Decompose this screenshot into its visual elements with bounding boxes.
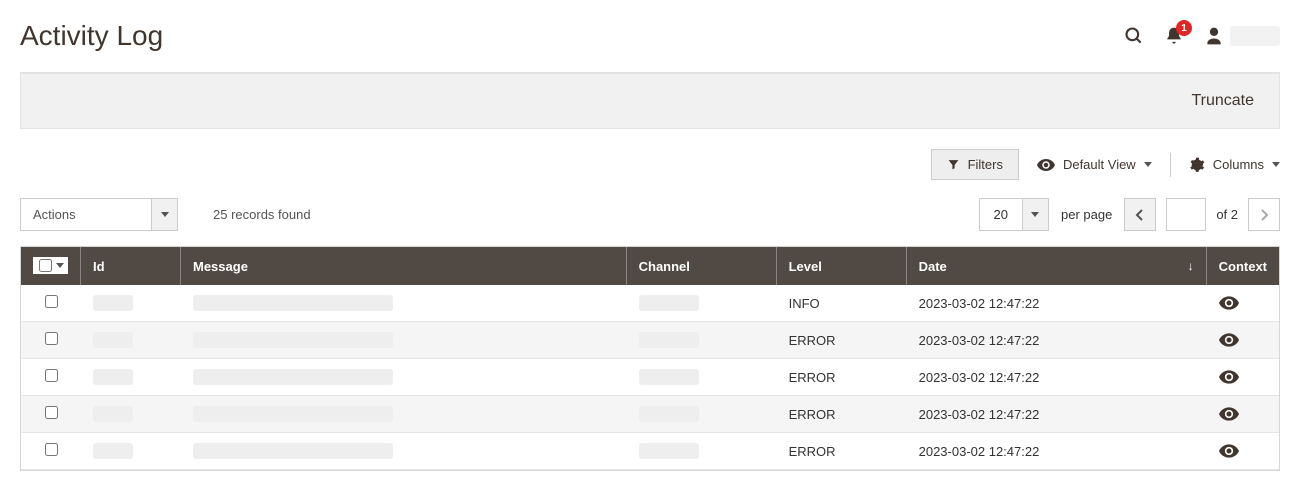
cell-channel	[627, 322, 777, 359]
row-checkbox[interactable]	[45, 406, 58, 419]
truncate-bar: Truncate	[20, 73, 1280, 129]
default-view-label: Default View	[1063, 157, 1136, 172]
header-checkbox[interactable]	[21, 247, 81, 285]
pager-prev-button[interactable]	[1124, 198, 1156, 231]
cell-level: ERROR	[777, 433, 907, 470]
filter-icon	[947, 158, 960, 171]
context-view-button[interactable]	[1207, 396, 1279, 433]
user-menu[interactable]	[1204, 26, 1280, 46]
cell-level: ERROR	[777, 396, 907, 433]
cell-message	[181, 322, 627, 359]
cell-id	[81, 433, 181, 470]
row-checkbox[interactable]	[45, 443, 58, 456]
chevron-left-icon	[1135, 209, 1145, 221]
cell-message	[181, 396, 627, 433]
page-input[interactable]	[1166, 198, 1206, 231]
actions-select[interactable]: Actions	[20, 198, 178, 231]
chevron-down-icon	[1272, 162, 1280, 167]
row-checkbox[interactable]	[45, 332, 58, 345]
activity-log-grid: Id Message Channel Level Date ↓ Context …	[20, 246, 1280, 471]
records-found: 25 records found	[213, 207, 311, 222]
cell-id	[81, 359, 181, 396]
cell-level: INFO	[777, 285, 907, 322]
context-view-button[interactable]	[1207, 322, 1279, 359]
table-row: INFO2023-03-02 12:47:22	[21, 285, 1279, 322]
chevron-down-icon	[56, 263, 64, 268]
table-row: ERROR2023-03-02 12:47:22	[21, 433, 1279, 470]
header-channel[interactable]: Channel	[627, 247, 777, 285]
cell-channel	[627, 285, 777, 322]
table-row: ERROR2023-03-02 12:47:22	[21, 322, 1279, 359]
header-date-label: Date	[919, 259, 947, 274]
header-actions: 1	[1124, 26, 1280, 46]
cell-level: ERROR	[777, 359, 907, 396]
page-title: Activity Log	[20, 20, 163, 52]
pager-next-button[interactable]	[1248, 198, 1280, 231]
cell-message	[181, 433, 627, 470]
cell-date: 2023-03-02 12:47:22	[907, 433, 1207, 470]
header-date[interactable]: Date ↓	[907, 247, 1207, 285]
columns-button[interactable]: Columns	[1189, 157, 1280, 173]
context-view-button[interactable]	[1207, 285, 1279, 322]
row-checkbox[interactable]	[45, 369, 58, 382]
cell-date: 2023-03-02 12:47:22	[907, 359, 1207, 396]
chevron-right-icon	[1259, 209, 1269, 221]
cell-id	[81, 322, 181, 359]
truncate-button[interactable]: Truncate	[1191, 92, 1254, 109]
cell-channel	[627, 433, 777, 470]
cell-message	[181, 359, 627, 396]
cell-level: ERROR	[777, 322, 907, 359]
cell-date: 2023-03-02 12:47:22	[907, 396, 1207, 433]
table-row: ERROR2023-03-02 12:47:22	[21, 359, 1279, 396]
columns-label: Columns	[1213, 157, 1264, 172]
per-page-label: per page	[1061, 207, 1112, 222]
row-checkbox[interactable]	[45, 295, 58, 308]
cell-id	[81, 285, 181, 322]
chevron-down-icon	[1022, 199, 1048, 230]
default-view-button[interactable]: Default View	[1037, 157, 1152, 172]
per-page-value: 20	[980, 199, 1022, 230]
context-view-button[interactable]	[1207, 359, 1279, 396]
header-context: Context	[1207, 247, 1279, 285]
notifications-icon[interactable]: 1	[1164, 26, 1184, 46]
cell-channel	[627, 396, 777, 433]
filters-label: Filters	[968, 157, 1003, 172]
pager-of-label: of 2	[1216, 207, 1238, 222]
sort-desc-icon: ↓	[1188, 259, 1194, 273]
cell-channel	[627, 359, 777, 396]
filters-button[interactable]: Filters	[931, 149, 1019, 180]
gear-icon	[1189, 157, 1205, 173]
per-page-select[interactable]: 20	[979, 198, 1049, 231]
search-icon[interactable]	[1124, 26, 1144, 46]
select-all-checkbox[interactable]	[39, 259, 52, 272]
cell-message	[181, 285, 627, 322]
notification-badge: 1	[1176, 20, 1192, 36]
table-row: ERROR2023-03-02 12:47:22	[21, 396, 1279, 433]
chevron-down-icon	[1144, 162, 1152, 167]
header-message[interactable]: Message	[181, 247, 627, 285]
cell-date: 2023-03-02 12:47:22	[907, 322, 1207, 359]
header-level[interactable]: Level	[777, 247, 907, 285]
cell-id	[81, 396, 181, 433]
header-id[interactable]: Id	[81, 247, 181, 285]
user-name-placeholder	[1230, 26, 1280, 46]
chevron-down-icon	[151, 199, 177, 230]
eye-icon	[1037, 158, 1055, 172]
context-view-button[interactable]	[1207, 433, 1279, 470]
actions-label: Actions	[21, 199, 151, 230]
user-icon	[1204, 26, 1224, 46]
cell-date: 2023-03-02 12:47:22	[907, 285, 1207, 322]
